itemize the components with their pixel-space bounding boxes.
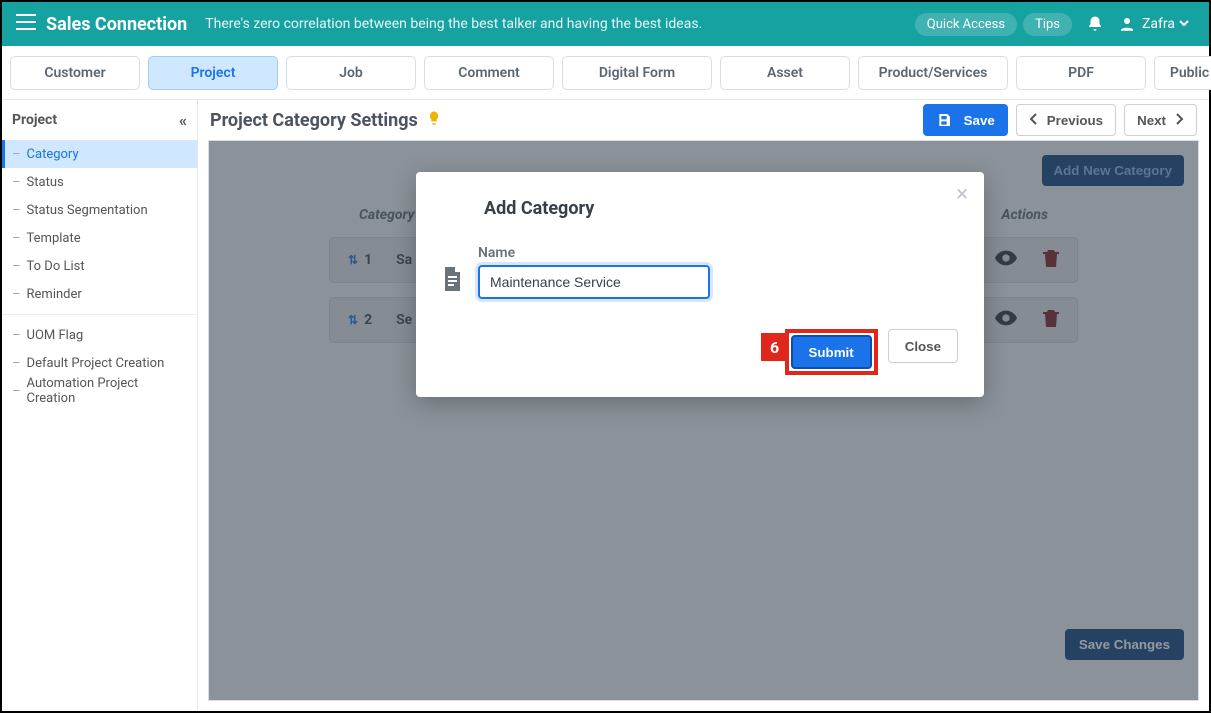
tab-public-form[interactable]: Public Fo: [1154, 56, 1211, 90]
tab-pdf[interactable]: PDF: [1016, 56, 1146, 90]
next-button[interactable]: Next: [1124, 104, 1197, 136]
sidebar-separator: [2, 314, 197, 315]
tab-job[interactable]: Job: [286, 56, 416, 90]
chevron-left-icon: [1029, 113, 1039, 128]
sidebar: Project « Category Status Status Segment…: [2, 100, 198, 711]
tab-strip: Customer Project Job Comment Digital For…: [2, 46, 1209, 100]
lightbulb-icon[interactable]: [426, 110, 442, 130]
sidebar-item-category[interactable]: Category: [2, 140, 197, 168]
tagline-text: There's zero correlation between being t…: [205, 16, 909, 32]
save-button-label: Save: [964, 113, 995, 128]
add-category-modal: × Add Category Name 6 Submit Close: [416, 172, 984, 397]
chevron-down-icon: [1179, 16, 1195, 32]
sidebar-collapse-icon[interactable]: «: [179, 111, 187, 130]
next-button-label: Next: [1137, 113, 1166, 128]
content-header: Project Category Settings Save Previous …: [198, 100, 1209, 140]
callout-number-badge: 6: [761, 333, 789, 361]
quick-access-button[interactable]: Quick Access: [915, 13, 1017, 36]
chevron-right-icon: [1174, 113, 1184, 128]
bell-icon[interactable]: [1086, 15, 1104, 33]
user-name: Zafra: [1142, 16, 1175, 32]
tab-asset[interactable]: Asset: [720, 56, 850, 90]
save-button[interactable]: Save: [923, 104, 1008, 136]
tips-button[interactable]: Tips: [1023, 13, 1072, 36]
user-menu[interactable]: Zafra: [1118, 15, 1195, 33]
close-button[interactable]: Close: [888, 329, 958, 363]
modal-title: Add Category: [484, 198, 958, 219]
callout-highlight: 6 Submit: [785, 329, 878, 375]
tab-product-services[interactable]: Product/Services: [858, 56, 1008, 90]
tab-comment[interactable]: Comment: [424, 56, 554, 90]
sidebar-item-uom-flag[interactable]: UOM Flag: [2, 321, 197, 349]
sidebar-item-template[interactable]: Template: [2, 224, 197, 252]
document-icon: [442, 267, 462, 295]
menu-icon[interactable]: [16, 14, 36, 34]
sidebar-item-automation-project-creation[interactable]: Automation Project Creation: [2, 377, 197, 405]
sidebar-item-reminder[interactable]: Reminder: [2, 280, 197, 308]
close-icon[interactable]: ×: [956, 182, 968, 207]
sidebar-item-default-project-creation[interactable]: Default Project Creation: [2, 349, 197, 377]
top-bar: Sales Connection There's zero correlatio…: [2, 2, 1209, 46]
sidebar-item-status-segmentation[interactable]: Status Segmentation: [2, 196, 197, 224]
submit-button[interactable]: Submit: [791, 335, 872, 369]
previous-button-label: Previous: [1047, 113, 1103, 128]
sidebar-item-todo-list[interactable]: To Do List: [2, 252, 197, 280]
tab-digital-form[interactable]: Digital Form: [562, 56, 712, 90]
previous-button[interactable]: Previous: [1016, 104, 1116, 136]
sidebar-item-status[interactable]: Status: [2, 168, 197, 196]
sidebar-title: Project: [12, 112, 57, 128]
tab-project[interactable]: Project: [148, 56, 278, 90]
tab-customer[interactable]: Customer: [10, 56, 140, 90]
name-input[interactable]: [478, 265, 710, 299]
name-label: Name: [478, 245, 710, 261]
page-title: Project Category Settings: [210, 110, 418, 131]
brand-title: Sales Connection: [46, 14, 187, 35]
